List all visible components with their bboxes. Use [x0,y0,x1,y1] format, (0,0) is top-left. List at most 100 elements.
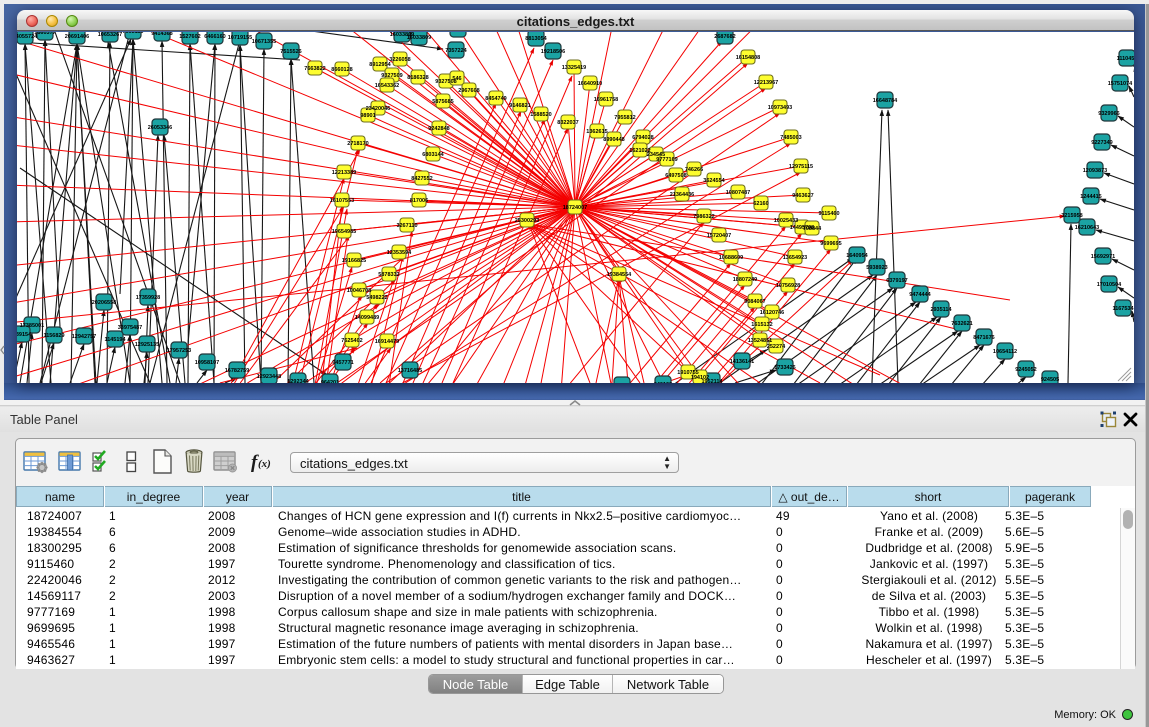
svg-text:16120746: 16120746 [760,310,784,316]
svg-text:7515526: 7515526 [280,49,301,55]
svg-text:9777169: 9777169 [656,157,677,163]
svg-text:15751074: 15751074 [1108,81,1133,87]
svg-text:10688609: 10688609 [719,255,743,261]
svg-text:5498222: 5498222 [366,295,387,301]
svg-text:7357224: 7357224 [445,48,467,54]
svg-text:9115460: 9115460 [818,211,839,217]
svg-text:(x): (x) [258,458,271,470]
svg-text:5878332: 5878332 [378,272,399,278]
svg-text:10671355: 10671355 [252,39,276,45]
svg-text:9463627: 9463627 [792,193,813,199]
svg-text:1615132: 1615132 [751,322,772,328]
svg-text:14136141: 14136141 [730,359,754,365]
svg-text:8660128: 8660128 [331,67,352,73]
svg-text:1588520: 1588520 [530,112,551,118]
svg-text:16107553: 16107553 [330,198,354,204]
svg-text:2687682: 2687682 [714,34,735,40]
svg-text:1640954: 1640954 [846,253,868,259]
svg-text:6794028: 6794028 [632,135,653,141]
svg-text:6497508: 6497508 [665,173,686,179]
svg-text:6803144: 6803144 [422,152,444,158]
svg-text:16648784: 16648784 [873,98,898,104]
svg-text:8990448: 8990448 [603,137,624,143]
svg-text:924505: 924505 [1041,377,1059,383]
svg-text:5938923: 5938923 [866,265,887,271]
svg-text:9146821: 9146821 [509,103,530,109]
svg-text:12213967: 12213967 [754,80,778,86]
svg-text:8186328: 8186328 [407,75,428,81]
svg-text:9245052: 9245052 [1015,367,1036,373]
svg-text:16961758: 16961758 [594,97,618,103]
svg-text:8427552: 8427552 [411,176,432,182]
svg-text:9120577: 9120577 [447,32,468,33]
svg-text:16543362: 16543362 [375,83,399,89]
svg-text:10653267: 10653267 [98,32,122,38]
svg-text:7625402: 7625402 [341,338,362,344]
svg-text:15720407: 15720407 [707,233,731,239]
svg-text:1860377: 1860377 [34,32,55,36]
svg-text:5875685: 5875685 [432,99,453,105]
svg-text:9457771: 9457771 [332,360,353,366]
svg-text:964201: 964201 [321,380,339,383]
svg-text:19166825: 19166825 [342,258,366,264]
svg-text:8813054: 8813054 [525,36,547,42]
svg-text:194102: 194102 [691,375,709,381]
svg-text:17957253: 17957253 [167,348,191,354]
svg-text:9084067: 9084067 [744,299,765,305]
svg-text:940102: 940102 [654,382,672,383]
svg-text:17385001: 17385001 [20,323,44,329]
svg-text:10719155: 10719155 [228,35,252,41]
svg-text:7986322: 7986322 [693,214,714,220]
svg-text:18724007: 18724007 [563,205,587,211]
svg-text:12923448: 12923448 [257,374,281,380]
svg-text:1244415: 1244415 [1080,194,1101,200]
svg-text:16914479: 16914479 [375,339,399,345]
svg-text:7955812: 7955812 [614,115,635,121]
svg-text:2935114: 2935114 [930,307,952,313]
svg-text:2967608: 2967608 [458,88,479,94]
svg-text:7485003: 7485003 [780,135,801,141]
svg-text:12093873: 12093873 [1083,168,1107,174]
svg-text:13716485: 13716485 [398,368,422,374]
svg-text:20206558: 20206558 [92,300,116,306]
svg-text:546: 546 [452,76,461,82]
svg-text:18807249: 18807249 [733,277,757,283]
svg-text:7663822: 7663822 [304,66,325,72]
svg-text:1167534: 1167534 [1112,306,1134,312]
svg-text:9227349: 9227349 [1091,140,1112,146]
svg-text:14099489: 14099489 [355,315,379,321]
svg-text:939154: 939154 [17,332,32,338]
svg-text:1733426: 1733426 [774,365,795,371]
svg-text:3267110: 3267110 [396,223,417,229]
svg-text:3624554: 3624554 [703,178,725,184]
svg-text:3215958: 3215958 [1061,213,1082,219]
svg-text:20691406: 20691406 [65,34,89,40]
svg-text:13325419: 13325419 [562,65,586,71]
svg-text:15692971: 15692971 [1091,254,1115,260]
svg-text:21364436: 21364436 [670,192,694,198]
svg-text:12975115: 12975115 [789,164,813,170]
svg-text:2718170: 2718170 [347,141,368,147]
svg-text:10046708: 10046708 [347,288,371,294]
svg-text:10025433: 10025433 [774,218,798,224]
svg-text:16210643: 16210643 [1075,225,1099,231]
svg-text:8912954: 8912954 [369,62,391,68]
svg-text:9474444: 9474444 [909,292,931,298]
svg-text:12213389: 12213389 [332,170,356,176]
svg-text:3226058: 3226058 [389,57,410,63]
svg-text:817006: 817006 [410,198,428,204]
svg-text:252274: 252274 [767,344,786,350]
svg-text:17359928: 17359928 [136,295,160,301]
svg-text:25300293: 25300293 [515,218,539,224]
svg-text:9329966: 9329966 [1098,111,1119,117]
svg-text:7632621: 7632621 [951,321,972,327]
svg-text:798844: 798844 [803,226,822,232]
svg-text:1110453: 1110453 [1117,56,1134,62]
svg-text:6466160: 6466160 [204,34,225,40]
svg-text:7663110: 7663110 [122,32,143,35]
svg-text:26053346: 26053346 [148,125,172,131]
svg-text:16782759: 16782759 [225,368,249,374]
svg-text:6379197: 6379197 [886,278,907,284]
svg-text:1527602: 1527602 [179,34,200,40]
svg-text:12925135: 12925135 [135,342,159,348]
